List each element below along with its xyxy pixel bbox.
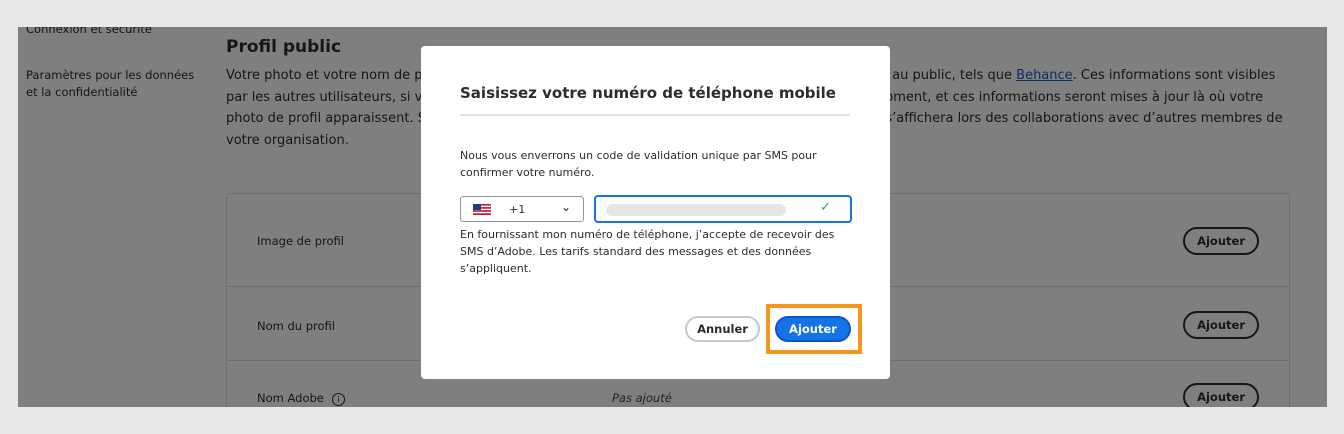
chevron-down-icon: ⌄ [561,200,572,214]
add-button[interactable]: Ajouter [775,316,851,342]
country-code: +1 [509,203,526,216]
us-flag-icon [473,204,491,215]
modal-title: Saisissez votre numéro de téléphone mobi… [460,84,836,102]
consent-text: En fournissant mon numéro de téléphone, … [460,228,835,275]
modal-description: Nous vous enverrons un code de validatio… [460,149,817,179]
country-code-select[interactable]: +1 ⌄ [460,196,584,222]
checkmark-icon: ✓ [820,200,831,215]
phone-modal: Saisissez votre numéro de téléphone mobi… [421,46,890,379]
cancel-button[interactable]: Annuler [685,316,760,342]
phone-number-redacted [606,204,786,216]
phone-number-field[interactable]: ✓ [594,195,852,223]
modal-divider [460,114,850,116]
